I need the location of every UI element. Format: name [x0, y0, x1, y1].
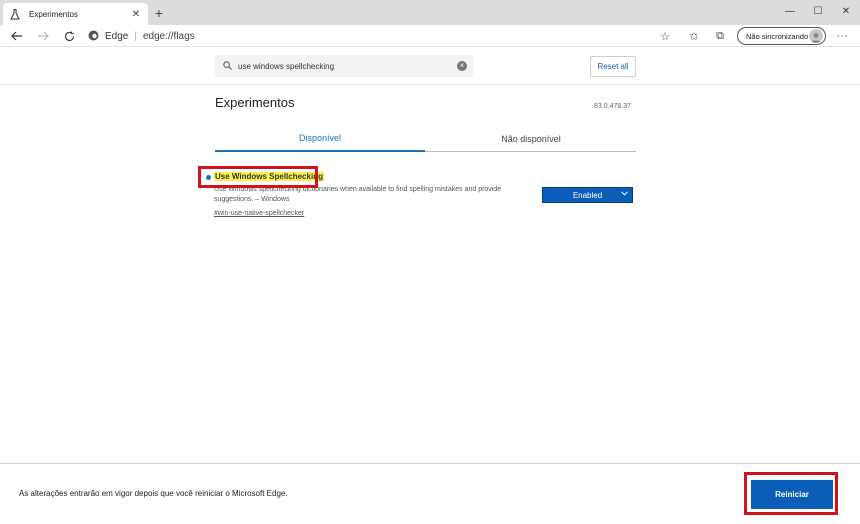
- more-options-icon[interactable]: ···: [834, 28, 850, 44]
- clear-search-icon[interactable]: ×: [457, 61, 467, 71]
- back-button[interactable]: [8, 27, 26, 45]
- url-text: edge://flags: [142, 31, 195, 42]
- refresh-button[interactable]: [60, 27, 78, 45]
- version-label: 83.0.478.37: [594, 103, 631, 110]
- collections-icon[interactable]: ⧉: [712, 28, 728, 44]
- new-tab-button[interactable]: +: [151, 5, 167, 21]
- search-query: use windows spellchecking: [238, 61, 335, 71]
- minimize-button[interactable]: —: [776, 0, 804, 22]
- profile-label: Não sincronizando: [746, 31, 809, 41]
- site-label: Edge: [105, 31, 129, 42]
- refresh-icon: [64, 31, 74, 41]
- address-separator: |: [134, 31, 137, 42]
- restart-message: As alterações entrarão em vigor depois q…: [19, 489, 288, 498]
- chevron-down-icon: [621, 191, 628, 198]
- tab-available[interactable]: Disponível: [215, 126, 425, 152]
- annotation-highlight-title: [198, 166, 318, 188]
- profile-button[interactable]: Não sincronizando: [737, 27, 826, 45]
- search-icon: [223, 57, 232, 75]
- tab-unavailable[interactable]: Não disponível: [426, 126, 636, 152]
- maximize-button[interactable]: ☐: [804, 0, 832, 22]
- avatar: [809, 29, 823, 43]
- favorite-star-icon[interactable]: ☆: [657, 28, 673, 44]
- annotation-highlight-restart: [744, 472, 838, 515]
- select-value: Enabled: [572, 190, 603, 200]
- experiment-anchor-link[interactable]: #win-use-native-spellchecker: [214, 210, 304, 217]
- back-arrow-icon: [11, 31, 22, 41]
- forward-arrow-icon: [38, 31, 49, 41]
- navigation-toolbar: Edge | edge://flags ☆ ✩ ⧉ Não sincroniza…: [0, 25, 860, 47]
- flags-header: use windows spellchecking × Reset all: [0, 47, 860, 85]
- flags-tabs: Disponível Não disponível: [215, 126, 636, 152]
- experiment-state-select[interactable]: Enabled: [542, 187, 633, 203]
- edge-logo-icon: [88, 30, 99, 44]
- tab-experimentos[interactable]: Experimentos ✕: [3, 3, 148, 25]
- page-title: Experimentos: [215, 95, 295, 110]
- forward-button[interactable]: [34, 27, 52, 45]
- flask-icon: [9, 8, 21, 20]
- reset-all-button[interactable]: Reset all: [590, 56, 636, 77]
- tab-close-button[interactable]: ✕: [130, 9, 142, 20]
- address-bar[interactable]: Edge | edge://flags: [88, 28, 698, 45]
- window-close-button[interactable]: ✕: [832, 0, 860, 22]
- restart-footer: As alterações entrarão em vigor depois q…: [0, 463, 860, 524]
- favorites-list-icon[interactable]: ✩: [686, 28, 702, 44]
- search-input[interactable]: use windows spellchecking ×: [215, 55, 473, 77]
- tab-title: Experimentos: [29, 9, 78, 19]
- tab-strip: Experimentos ✕ + — ☐ ✕: [0, 0, 860, 25]
- experiment-description: Use Windows spellchecking dictionaries w…: [214, 186, 502, 203]
